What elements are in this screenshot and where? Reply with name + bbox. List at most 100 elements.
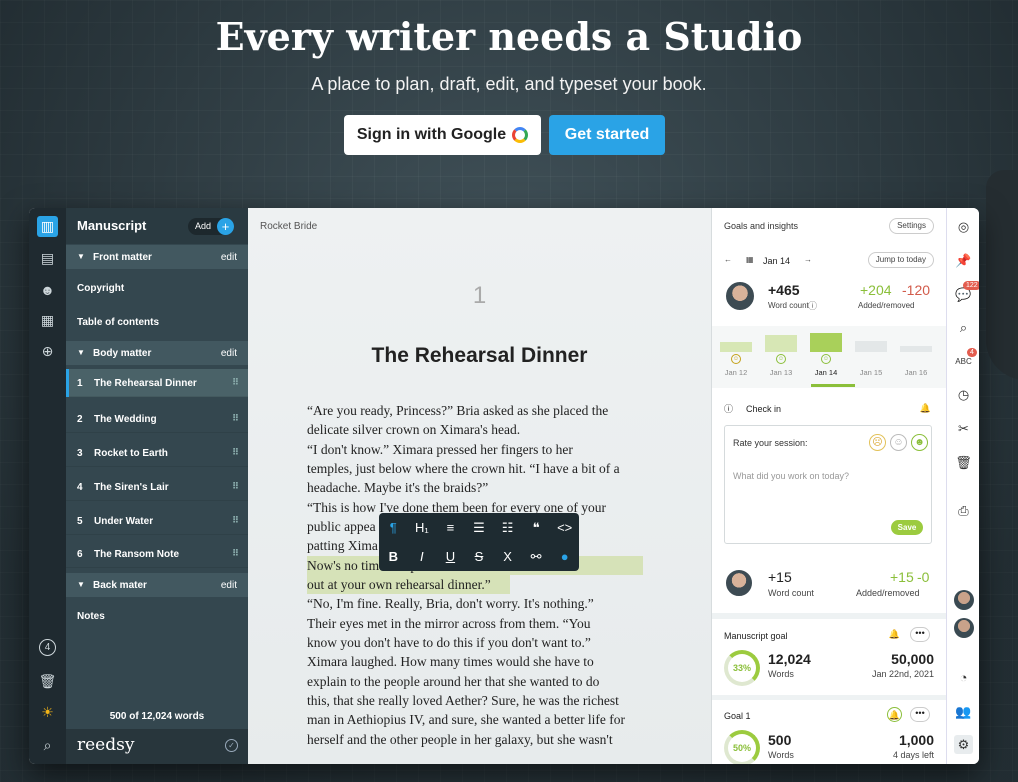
text-line[interactable]: “No, I'm fine. Really, Bria, don't worry…	[307, 594, 652, 613]
drag-handle-icon[interactable]: ⠿	[232, 515, 239, 526]
strikethrough-icon[interactable]: S	[468, 549, 490, 564]
bold-icon[interactable]: B	[382, 549, 404, 564]
align-left-icon[interactable]: ≡	[439, 520, 461, 535]
chapter-item[interactable]: 1 The Rehearsal Dinner ⠿	[66, 369, 248, 397]
text-line[interactable]: Their eyes met in the mirror across from…	[307, 614, 652, 633]
clock-icon[interactable]: ◷	[954, 385, 973, 404]
text-line[interactable]: herself and the other people in her gala…	[307, 730, 652, 749]
info-icon[interactable]: ⓘ	[808, 299, 817, 312]
sad-face-icon[interactable]: ☹	[869, 434, 886, 451]
bullet-list-icon[interactable]: ☰	[468, 520, 490, 536]
comment-icon[interactable]: ●	[554, 549, 576, 564]
text-line[interactable]: delicate silver crown on Ximara's head.	[307, 420, 652, 439]
highlighted-line[interactable]: out at your own rehearsal dinner.”	[307, 575, 510, 595]
clipboard-icon[interactable]: ▤	[37, 248, 58, 269]
sidebar-item-copyright[interactable]: Copyright	[66, 274, 248, 302]
day-label[interactable]: Jan 14	[806, 368, 846, 377]
paragraph-icon[interactable]: ¶	[382, 520, 404, 535]
more-options-icon[interactable]: •••	[910, 627, 930, 642]
sidebar-item-toc[interactable]: Table of contents	[66, 308, 248, 336]
sun-icon[interactable]: ☀	[37, 702, 58, 723]
section-back-matter[interactable]: ▼ Back mater edit	[66, 573, 248, 597]
section-edit-link[interactable]: edit	[221, 348, 237, 359]
sidebar-item-notes[interactable]: Notes	[66, 602, 248, 630]
chapter-item[interactable]: 5 Under Water ⠿	[66, 507, 248, 535]
editor-pane[interactable]: Rocket Bride 1 The Rehearsal Dinner “Are…	[248, 208, 711, 764]
collaborator-avatar[interactable]	[954, 590, 974, 610]
link-icon[interactable]: ⚯	[525, 549, 547, 565]
chapter-item[interactable]: 4 The Siren's Lair ⠿	[66, 473, 248, 501]
text-line[interactable]: temples, just below where the crown hit.…	[307, 459, 652, 478]
jump-to-today-button[interactable]: Jump to today	[867, 252, 934, 268]
drag-handle-icon[interactable]: ⠿	[232, 481, 239, 492]
save-button[interactable]: Save	[891, 520, 923, 535]
drag-handle-icon[interactable]: ⠿	[232, 377, 239, 388]
drag-handle-icon[interactable]: ⠿	[232, 548, 239, 559]
text-line[interactable]: Ximara laughed. How many times would she…	[307, 652, 652, 671]
day-bar[interactable]	[720, 342, 752, 352]
day-label[interactable]: Jan 16	[896, 368, 936, 377]
text-line[interactable]: know you don't have to do this if you do…	[307, 633, 652, 652]
drag-handle-icon[interactable]: ⠿	[232, 447, 239, 458]
add-circle-icon[interactable]: ⊕	[37, 341, 58, 362]
collaborator-avatar[interactable]	[954, 618, 974, 638]
day-bar[interactable]	[855, 341, 887, 352]
arrow-left-icon[interactable]: ←	[724, 255, 732, 264]
text-line[interactable]: “I don't know.” Ximara pressed her finge…	[307, 440, 652, 459]
chapter-item[interactable]: 2 The Wedding ⠿	[66, 405, 248, 433]
superscript-icon[interactable]: X	[497, 549, 519, 564]
trash-icon[interactable]: 🗑	[37, 671, 58, 692]
day-bar[interactable]	[765, 335, 797, 352]
text-line[interactable]: this, that she really loved Aether? Sure…	[307, 691, 652, 710]
quote-icon[interactable]: ❝	[525, 520, 547, 536]
day-label[interactable]: Jan 15	[851, 368, 891, 377]
section-front-matter[interactable]: ▼ Front matter edit	[66, 245, 248, 269]
calendar-icon[interactable]: ▦	[746, 255, 754, 264]
get-started-button[interactable]: Get started	[549, 115, 665, 155]
book-icon[interactable]: ▥	[37, 216, 58, 237]
section-body-matter[interactable]: ▼ Body matter edit	[66, 341, 248, 365]
heading-icon[interactable]: H₁	[411, 520, 433, 535]
bell-icon[interactable]: 🔔	[918, 401, 933, 416]
neutral-face-icon[interactable]: ☺	[890, 434, 907, 451]
text-line[interactable]: “Are you ready, Princess?” Bria asked as…	[307, 401, 652, 420]
chapter-item[interactable]: 6 The Ransom Note ⠿	[66, 540, 248, 568]
bell-icon[interactable]: 🔔	[887, 627, 902, 642]
day-label[interactable]: Jan 13	[761, 368, 801, 377]
gear-icon[interactable]: ⚙	[954, 735, 973, 754]
section-edit-link[interactable]: edit	[221, 252, 237, 263]
info-icon[interactable]: ⓘ	[724, 402, 733, 415]
rss-icon[interactable]: ◔	[954, 668, 973, 687]
users-icon[interactable]: 👥	[954, 702, 973, 721]
day-bar[interactable]	[810, 333, 842, 352]
search-icon[interactable]: ⌕	[37, 735, 58, 756]
text-line[interactable]: explain to the people around her that sh…	[307, 672, 652, 691]
chapter-title[interactable]: The Rehearsal Dinner	[248, 344, 711, 368]
target-icon[interactable]: ◎	[954, 217, 973, 236]
bell-active-icon[interactable]: 🔔	[887, 707, 902, 722]
numbered-list-icon[interactable]: ☷	[497, 520, 519, 536]
text-line[interactable]: headache. Maybe it's the braids?”	[307, 478, 652, 497]
italic-icon[interactable]: I	[411, 549, 433, 564]
chapter-item[interactable]: 3 Rocket to Earth ⠿	[66, 439, 248, 467]
checkin-box[interactable]: Rate your session: ☹ ☺ ☻ What did you wo…	[724, 425, 932, 544]
section-edit-link[interactable]: edit	[221, 580, 237, 591]
printer-icon[interactable]: ⎙	[954, 501, 973, 520]
day-label[interactable]: Jan 12	[716, 368, 756, 377]
add-button[interactable]: Add +	[188, 218, 234, 235]
map-icon[interactable]: ▦	[37, 310, 58, 331]
happy-face-icon[interactable]: ☻	[911, 434, 928, 451]
drag-handle-icon[interactable]: ⠿	[232, 413, 239, 424]
arrow-right-icon[interactable]: →	[804, 255, 812, 264]
settings-button[interactable]: Settings	[889, 218, 934, 234]
notification-count[interactable]: 4	[39, 639, 56, 656]
underline-icon[interactable]: U	[439, 549, 461, 564]
search-icon[interactable]: ⌕	[954, 318, 973, 337]
code-icon[interactable]: <>	[554, 520, 576, 535]
day-bar[interactable]	[900, 346, 932, 352]
more-options-icon[interactable]: •••	[910, 707, 930, 722]
alien-icon[interactable]: ☻	[37, 279, 58, 300]
checkin-placeholder[interactable]: What did you work on today?	[733, 471, 849, 481]
check-circle-icon[interactable]: ✓	[225, 739, 238, 752]
pin-icon[interactable]: 📌	[954, 251, 973, 270]
